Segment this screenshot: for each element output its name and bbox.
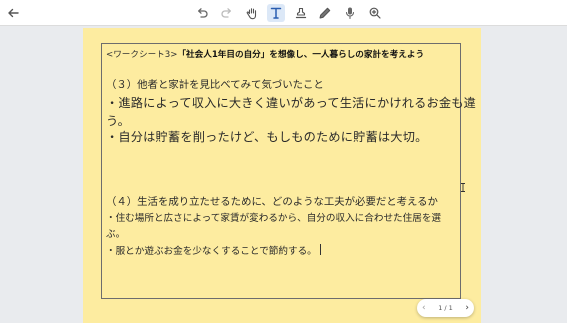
microphone-icon (345, 7, 355, 20)
back-button[interactable] (4, 4, 22, 22)
question-3: （３）他者と家計を見比べてみて気づいたこと (106, 79, 324, 91)
redo-button[interactable] (218, 4, 236, 22)
undo-icon (198, 8, 208, 18)
text-cursor-icon (461, 183, 465, 192)
worksheet-heading: <ワークシート3>「社会人1年目の自分」を想像し、一人暮らしの家計を考えよう (106, 48, 424, 60)
answer-3-line-1: ・進路によって収入に大きく違いがあって生活にかけれるお金も違 (106, 96, 477, 110)
text-tool-button[interactable] (267, 4, 285, 22)
zoom-icon (369, 7, 381, 19)
answer-3-line-3: ・自分は貯蓄を削ったけど、もしものために貯蓄は大切。 (106, 130, 428, 144)
question-4: （４）生活を成り立たせるために、どのような工夫が必要だと考えるか (106, 196, 438, 208)
toolbar (0, 0, 567, 26)
text-icon (270, 7, 282, 19)
back-arrow-icon (8, 8, 19, 18)
hand-tool-button[interactable] (243, 4, 261, 22)
hand-icon (246, 8, 257, 20)
previous-page-button[interactable]: ‹ (422, 303, 426, 313)
voice-button[interactable] (341, 4, 359, 22)
stamp-tool-button[interactable] (292, 4, 310, 22)
page-indicator: 1 / 1 (438, 304, 453, 312)
stamp-icon (295, 7, 307, 19)
heading-title: 「社会人1年目の自分」を想像し、一人暮らしの家計を考えよう (177, 50, 425, 60)
heading-prefix: <ワークシート3> (106, 50, 178, 60)
answer-4-line-3: ・服とか遊ぶお金を少なくすることで節約する。 (106, 243, 321, 257)
next-page-button[interactable]: › (465, 303, 469, 313)
zoom-button[interactable] (366, 4, 384, 22)
pen-icon (319, 7, 331, 19)
answer-4-line-1: ・住む場所と広さによって家賃が変わるから、自分の収入に合わせた住居を選 (106, 213, 442, 224)
text-caret (319, 244, 321, 255)
answer-4-line-2: ぶ。 (106, 229, 126, 240)
pen-tool-button[interactable] (316, 4, 334, 22)
page-navigator: ‹ 1 / 1 › (417, 299, 474, 317)
answer-4-line-3-text: ・服とか遊ぶお金を少なくすることで節約する。 (106, 246, 317, 257)
undo-button[interactable] (193, 4, 211, 22)
redo-icon (221, 8, 231, 18)
